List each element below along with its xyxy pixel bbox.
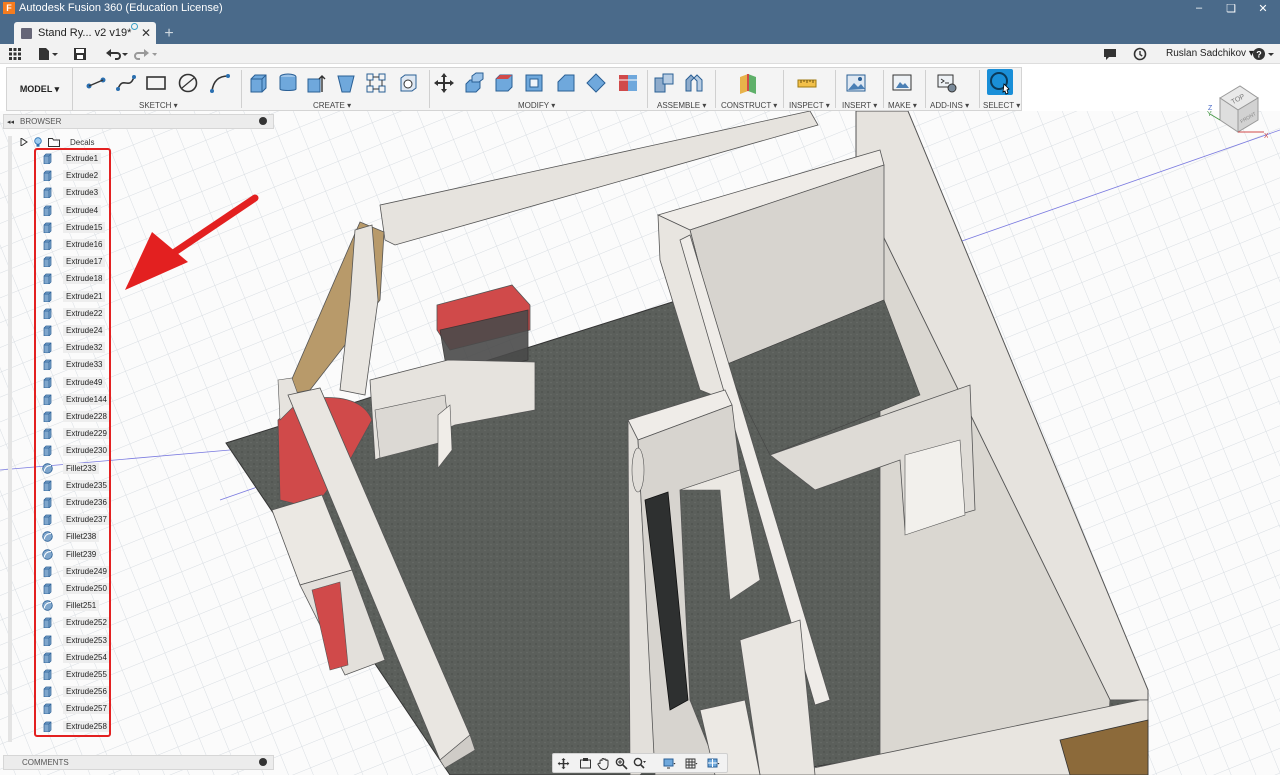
redo-icon[interactable] bbox=[133, 46, 157, 62]
comments-pin-icon[interactable] bbox=[259, 758, 267, 766]
title-bar: F Autodesk Fusion 360 (Education License… bbox=[0, 0, 1280, 16]
zoom-icon[interactable] bbox=[615, 757, 628, 770]
svg-text:?: ? bbox=[1256, 50, 1262, 60]
line-tool-icon[interactable] bbox=[85, 72, 107, 94]
ribbon-separator bbox=[241, 70, 242, 108]
user-account-menu[interactable]: Ruslan Sadchikov ▾ bbox=[1166, 48, 1254, 59]
axis-y-label: Y bbox=[1207, 111, 1212, 118]
3d-model-view[interactable] bbox=[0, 111, 1280, 775]
cylinder-icon[interactable] bbox=[277, 72, 299, 94]
inspect-group-label[interactable]: INSPECT ▾ bbox=[789, 101, 830, 110]
circle-tool-icon[interactable] bbox=[177, 72, 199, 94]
new-tab-button[interactable]: + bbox=[160, 25, 178, 43]
make-group-label[interactable]: MAKE ▾ bbox=[888, 101, 917, 110]
file-icon[interactable] bbox=[38, 46, 58, 62]
sketch-group-label[interactable]: SKETCH ▾ bbox=[139, 101, 178, 110]
display-settings-icon[interactable] bbox=[663, 757, 676, 770]
wall-ornament bbox=[631, 447, 645, 493]
browser-header[interactable]: ◂◂ BROWSER bbox=[3, 114, 274, 129]
pattern-icon[interactable] bbox=[365, 72, 387, 94]
grid-settings-icon[interactable] bbox=[685, 757, 698, 770]
canvas-viewport[interactable] bbox=[0, 111, 1280, 775]
draft-icon[interactable] bbox=[585, 72, 607, 94]
ribbon-separator bbox=[715, 70, 716, 108]
ribbon-separator bbox=[883, 70, 884, 108]
red-highlight-box bbox=[34, 148, 111, 737]
shell-icon[interactable] bbox=[523, 72, 545, 94]
view-cube[interactable]: TOP FRONT X Y Z bbox=[1206, 80, 1269, 142]
move-icon[interactable] bbox=[433, 72, 455, 94]
scripts-addins-icon[interactable] bbox=[936, 72, 958, 94]
help-icon[interactable]: ? bbox=[1252, 46, 1276, 62]
comments-label: COMMENTS bbox=[22, 758, 69, 767]
save-icon[interactable] bbox=[73, 46, 87, 62]
collapse-browser-button[interactable]: ◂◂ bbox=[7, 118, 14, 126]
close-tab-button[interactable]: ✕ bbox=[141, 26, 151, 40]
component-icon bbox=[21, 27, 32, 39]
pan-icon[interactable] bbox=[597, 757, 610, 770]
grid-menu-icon[interactable] bbox=[8, 46, 22, 62]
undo-icon[interactable] bbox=[104, 46, 128, 62]
chamfer-icon[interactable] bbox=[555, 72, 577, 94]
ribbon-separator bbox=[835, 70, 836, 108]
measure-icon[interactable] bbox=[796, 72, 818, 94]
minimize-button[interactable]: – bbox=[1184, 0, 1214, 16]
look-at-icon[interactable] bbox=[579, 757, 592, 770]
window-title: Autodesk Fusion 360 (Education License) bbox=[19, 2, 223, 14]
create-group-label[interactable]: CREATE ▾ bbox=[313, 101, 351, 110]
document-tab-label: Stand Ry... v2 v19* bbox=[38, 27, 132, 39]
make-icon[interactable] bbox=[891, 72, 913, 94]
offset-plane-icon[interactable] bbox=[737, 72, 759, 94]
select-icon[interactable] bbox=[987, 69, 1013, 95]
addins-group-label[interactable]: ADD-INS ▾ bbox=[930, 101, 969, 110]
new-component-icon[interactable] bbox=[653, 72, 675, 94]
notifications-icon[interactable] bbox=[1103, 46, 1117, 62]
modify-group-label[interactable]: MODIFY ▾ bbox=[518, 101, 555, 110]
close-window-button[interactable]: ✕ bbox=[1248, 0, 1278, 16]
ribbon-separator bbox=[979, 70, 980, 108]
orbit-icon[interactable] bbox=[557, 757, 570, 770]
insert-group-label[interactable]: INSERT ▾ bbox=[842, 101, 877, 110]
ribbon-separator bbox=[429, 70, 430, 108]
browser-title: BROWSER bbox=[20, 117, 62, 126]
arc-tool-icon[interactable] bbox=[209, 72, 231, 94]
fillet-icon[interactable] bbox=[493, 72, 515, 94]
select-group-label[interactable]: SELECT ▾ bbox=[983, 101, 1020, 110]
ribbon-toolbar: MODEL ▾ SKETCH ▾ CREATE ▾ MODIFY ▾ ASSEM… bbox=[6, 67, 1022, 111]
press-pull-icon[interactable] bbox=[463, 72, 485, 94]
ribbon-separator bbox=[925, 70, 926, 108]
assemble-group-label[interactable]: ASSEMBLE ▾ bbox=[657, 101, 706, 110]
ribbon-separator bbox=[647, 70, 648, 108]
maximize-button[interactable]: ❏ bbox=[1216, 0, 1246, 16]
sync-status-icon bbox=[131, 23, 138, 30]
revolve-icon[interactable] bbox=[305, 72, 327, 94]
spline-tool-icon[interactable] bbox=[115, 72, 137, 94]
browser-pin-icon[interactable] bbox=[259, 117, 267, 125]
job-status-icon[interactable] bbox=[1133, 46, 1147, 62]
insert-image-icon[interactable] bbox=[845, 72, 867, 94]
workspace-switcher[interactable]: MODEL ▾ bbox=[7, 68, 73, 110]
navigation-bar bbox=[552, 753, 728, 773]
document-tab-strip: Stand Ry... v2 v19* ✕ + bbox=[0, 16, 1280, 44]
construct-group-label[interactable]: CONSTRUCT ▾ bbox=[721, 101, 777, 110]
axis-x-label: X bbox=[1264, 133, 1268, 140]
split-body-icon[interactable] bbox=[617, 72, 639, 94]
rectangle-tool-icon[interactable] bbox=[145, 72, 167, 94]
hole-icon[interactable] bbox=[397, 72, 419, 94]
ribbon-separator bbox=[783, 70, 784, 108]
sweep-icon[interactable] bbox=[335, 72, 357, 94]
fusion-logo-icon: F bbox=[3, 2, 15, 14]
extrude-icon[interactable] bbox=[247, 72, 269, 94]
viewports-icon[interactable] bbox=[707, 757, 720, 770]
document-tab[interactable]: Stand Ry... v2 v19* ✕ bbox=[14, 22, 156, 44]
quick-access-toolbar: Ruslan Sadchikov ▾ ? bbox=[0, 44, 1280, 64]
zoom-window-icon[interactable] bbox=[633, 757, 646, 770]
comments-panel[interactable]: COMMENTS bbox=[3, 755, 274, 770]
joint-icon[interactable] bbox=[683, 72, 705, 94]
axis-z-label: Z bbox=[1208, 105, 1213, 112]
